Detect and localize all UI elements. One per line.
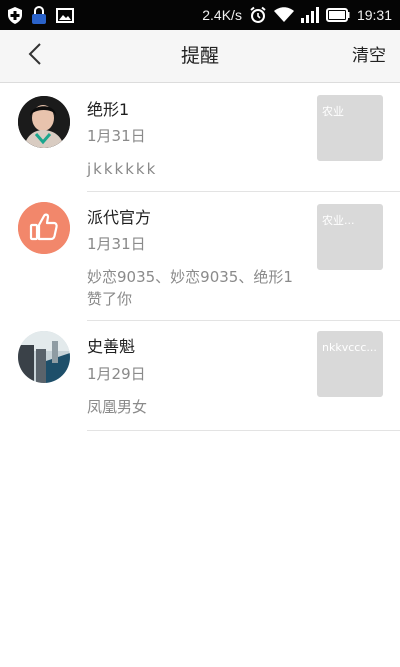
- notification-date: 1月29日: [87, 365, 146, 383]
- notification-content: 凤凰男女: [87, 398, 148, 416]
- sender-name: 史善魁: [87, 337, 136, 356]
- thumbnail-text: nkkvccc...: [322, 341, 377, 354]
- post-thumbnail[interactable]: nkkvccc...: [317, 331, 383, 397]
- avatar[interactable]: [18, 331, 70, 383]
- wifi-icon: [273, 7, 294, 23]
- notification-content: 妙恋9035、妙恋9035、绝形1 赞了你: [87, 268, 293, 308]
- thumbnail-text: 农业...: [322, 214, 355, 227]
- sender-name: 派代官方: [87, 208, 152, 227]
- post-thumbnail[interactable]: 农业...: [317, 204, 383, 270]
- notification-date: 1月31日: [87, 235, 146, 253]
- battery-icon: [325, 8, 350, 22]
- notification-list: 绝形1 1月31日 jkkkkkk 农业 派代官方 1月31日 妙恋9035、妙…: [0, 83, 400, 431]
- avatar[interactable]: [18, 202, 70, 254]
- alarm-icon: [249, 6, 267, 24]
- list-item[interactable]: 派代官方 1月31日 妙恋9035、妙恋9035、绝形1 赞了你 农业...: [0, 192, 400, 321]
- thumbs-up-icon: [18, 202, 70, 254]
- notification-content: jkkkkkk: [87, 160, 158, 178]
- avatar[interactable]: [18, 96, 70, 148]
- thumbnail-text: 农业: [322, 105, 344, 118]
- lock-icon: [31, 6, 47, 24]
- sender-name: 绝形1: [87, 100, 130, 119]
- network-speed: 2.4K/s: [202, 7, 242, 23]
- list-item[interactable]: 史善魁 1月29日 凤凰男女 nkkvccc...: [0, 321, 400, 431]
- post-thumbnail[interactable]: 农业: [317, 95, 383, 161]
- top-bar: 提醒 清空: [0, 30, 400, 83]
- page-title: 提醒: [180, 45, 219, 67]
- clock: 19:31: [356, 7, 392, 23]
- status-bar: 2.4K/s 19:31: [0, 0, 400, 30]
- clear-button[interactable]: 清空: [352, 30, 386, 82]
- signal-icon: [300, 7, 319, 23]
- image-icon: [56, 7, 74, 23]
- divider: [87, 430, 400, 431]
- list-item[interactable]: 绝形1 1月31日 jkkkkkk 农业: [0, 83, 400, 192]
- shield-icon: [8, 6, 22, 24]
- notification-date: 1月31日: [87, 127, 146, 145]
